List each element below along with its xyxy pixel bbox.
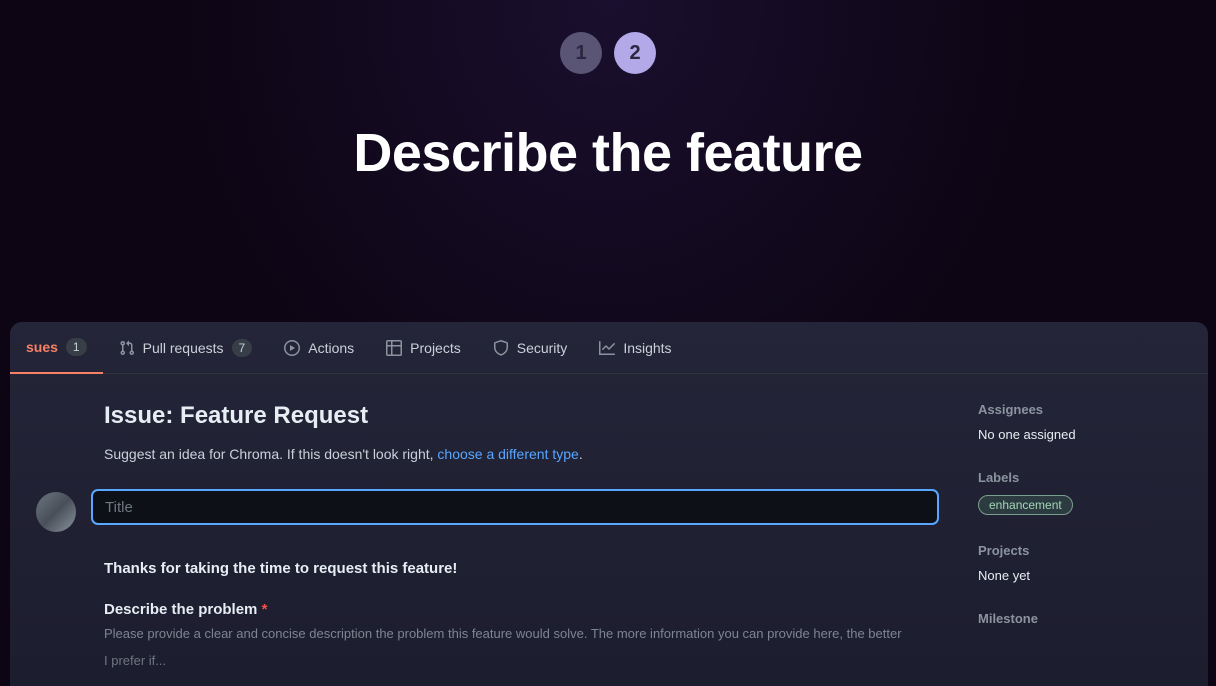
repo-tabs: sues 1 Pull requests 7 Actions Projects [10,322,1208,374]
assignees-heading: Assignees [978,402,1188,417]
issue-form: Issue: Feature Request Suggest an idea f… [10,374,978,668]
step-1: 1 [560,32,602,74]
problem-body-preview: I prefer if... [104,653,938,668]
step-indicator: 1 2 [0,32,1216,74]
main-content: Issue: Feature Request Suggest an idea f… [10,374,1208,668]
projects-section[interactable]: Projects None yet [978,543,1188,583]
assignees-section[interactable]: Assignees No one assigned [978,402,1188,442]
assignees-value: No one assigned [978,427,1188,442]
play-circle-icon [284,340,300,356]
issue-sidebar: Assignees No one assigned Labels enhance… [978,374,1208,668]
issue-subtitle: Suggest an idea for Chroma. If this does… [104,446,938,462]
issue-subtitle-suffix: . [579,446,583,462]
milestone-section[interactable]: Milestone [978,611,1188,626]
tab-actions[interactable]: Actions [268,322,370,374]
tab-projects[interactable]: Projects [370,322,477,374]
tab-issues-label: sues [26,339,58,355]
issue-subtitle-prefix: Suggest an idea for Chroma. If this does… [104,446,437,462]
step-2: 2 [614,32,656,74]
tab-insights-label: Insights [623,340,671,356]
tab-insights[interactable]: Insights [583,322,687,374]
tab-security[interactable]: Security [477,322,584,374]
projects-value: None yet [978,568,1188,583]
tab-security-label: Security [517,340,568,356]
graph-icon [599,340,615,356]
hero-title: Describe the feature [0,122,1216,184]
milestone-heading: Milestone [978,611,1188,626]
tab-actions-label: Actions [308,340,354,356]
tab-issues-count: 1 [66,338,87,356]
tab-issues[interactable]: sues 1 [10,322,103,374]
issue-title-input[interactable] [92,490,938,524]
tab-pull-requests[interactable]: Pull requests 7 [103,322,269,374]
problem-label: Describe the problem * [104,601,938,618]
label-enhancement[interactable]: enhancement [978,495,1073,515]
hero-section: 1 2 Describe the feature [0,0,1216,184]
title-row [36,490,938,532]
tab-projects-label: Projects [410,340,461,356]
required-indicator: * [262,601,268,618]
shield-icon [493,340,509,356]
table-icon [386,340,402,356]
projects-heading: Projects [978,543,1188,558]
issue-heading: Issue: Feature Request [104,402,938,430]
git-pull-request-icon [119,340,135,356]
tab-pull-requests-count: 7 [232,339,253,357]
problem-help-text: Please provide a clear and concise descr… [104,626,938,641]
choose-different-type-link[interactable]: choose a different type [437,446,578,462]
tab-pull-requests-label: Pull requests [143,340,224,356]
labels-section[interactable]: Labels enhancement [978,470,1188,515]
thanks-text: Thanks for taking the time to request th… [104,560,938,577]
user-avatar[interactable] [36,492,76,532]
github-panel: sues 1 Pull requests 7 Actions Projects [10,322,1208,686]
labels-heading: Labels [978,470,1188,485]
